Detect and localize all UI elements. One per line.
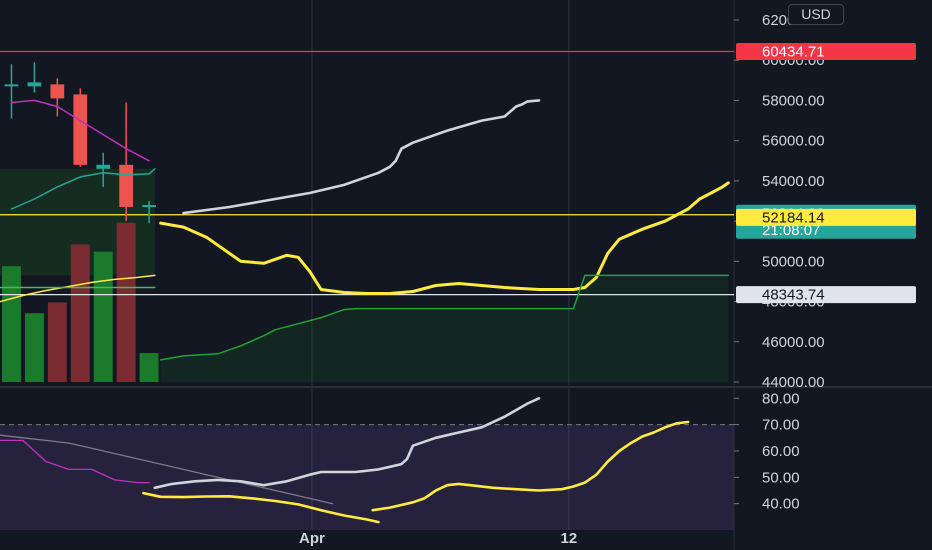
- candle-body: [4, 84, 19, 87]
- rsi-tick-label: 40.00: [762, 496, 800, 513]
- price-tick-label: 54000.00: [762, 173, 825, 190]
- volume-bar: [47, 302, 67, 382]
- date-label: 12: [561, 530, 578, 547]
- time-axis: Apr 12: [299, 530, 577, 547]
- rsi-tick-label: 50.00: [762, 469, 800, 486]
- price-axis: 62000.0060000.0058000.0056000.0054000.00…: [734, 12, 916, 513]
- candle-body: [96, 164, 111, 169]
- cloud-fill-right: [160, 275, 729, 382]
- volume-bar: [24, 313, 44, 382]
- volume-bar: [116, 222, 136, 382]
- volume-bar: [2, 266, 21, 382]
- currency-button[interactable]: USD: [788, 4, 844, 25]
- price-badge-label: 48343.74: [762, 287, 825, 304]
- candle-body: [119, 164, 134, 208]
- price-tick-label: 46000.00: [762, 334, 825, 351]
- price-tick-label: 58000.00: [762, 92, 825, 109]
- price-badge-label: 60434.71: [762, 43, 825, 60]
- volume-bar: [70, 244, 90, 382]
- rsi-tick-label: 80.00: [762, 390, 800, 407]
- candle-body: [142, 205, 156, 208]
- volume-bar: [93, 251, 113, 382]
- price-tick-label: 56000.00: [762, 133, 825, 150]
- series-line: [182, 99, 541, 215]
- candle-body: [73, 94, 88, 165]
- date-label: Apr: [299, 530, 325, 547]
- rsi-tick-label: 60.00: [762, 443, 800, 460]
- candle-body: [27, 82, 42, 87]
- price-badge-label: 52184.14: [762, 209, 825, 226]
- price-tick-label: 50000.00: [762, 253, 825, 270]
- price-tick-label: 44000.00: [762, 374, 825, 391]
- volume-bar: [139, 353, 159, 382]
- price-chart[interactable]: 62000.0060000.0058000.0056000.0054000.00…: [0, 0, 932, 550]
- rsi-pane: [0, 397, 734, 530]
- candle-body: [50, 84, 65, 99]
- rsi-tick-label: 70.00: [762, 417, 800, 434]
